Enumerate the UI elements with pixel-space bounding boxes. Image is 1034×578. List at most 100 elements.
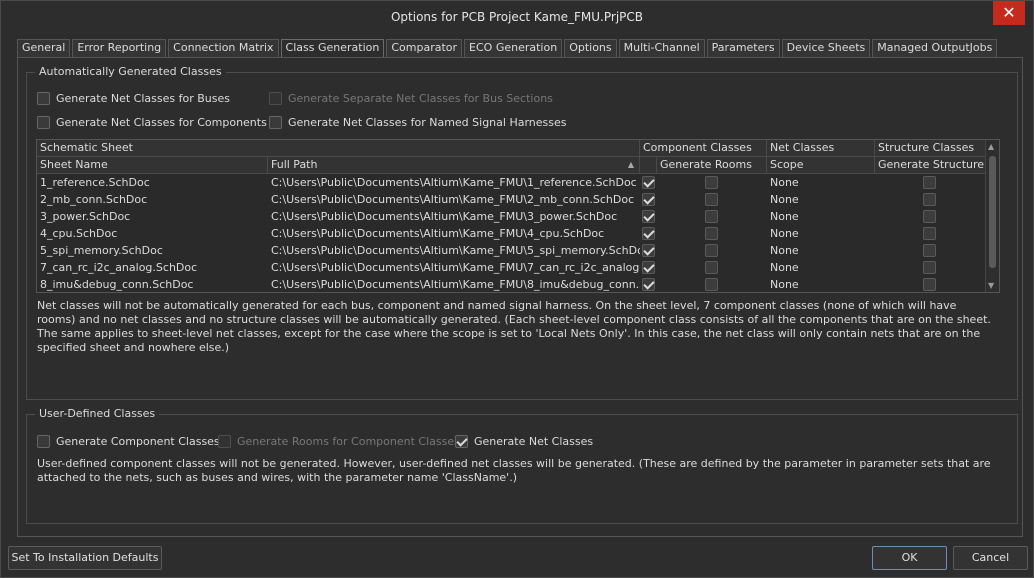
checkbox-box[interactable] [37,434,50,448]
generate-bus-classes-checkbox[interactable]: Generate Net Classes for Buses [37,90,230,106]
component-class-checkbox[interactable] [642,261,655,274]
checkbox-label: Generate Rooms for Component Classes [237,434,460,448]
ok-button[interactable]: OK [872,546,947,570]
table-row[interactable]: 1_reference.SchDoc C:\Users\Public\Docume… [37,174,985,191]
generate-rooms-checkbox[interactable] [705,227,718,240]
component-class-checkbox[interactable] [642,244,655,257]
generate-structure-checkbox[interactable] [923,278,936,291]
tab-class-generation[interactable]: Class Generation [280,39,385,58]
generate-rooms-checkbox[interactable] [705,193,718,206]
title-bar: Options for PCB Project Kame_FMU.PrjPCB … [1,1,1033,33]
tab-general[interactable]: General [17,39,71,57]
column-scope[interactable]: Scope [767,157,875,173]
tab-error-reporting[interactable]: Error Reporting [72,39,167,57]
scrollbar-thumb[interactable] [989,156,996,268]
scope-cell[interactable]: None [767,225,875,242]
component-class-checkbox[interactable] [642,278,655,291]
checkbox-box[interactable] [269,91,282,105]
checkbox-label: Generate Net Classes [474,434,594,448]
grid-group-header: Schematic Sheet Component Classes Net Cl… [37,140,985,157]
sheet-name-cell: 4_cpu.SchDoc [40,227,118,240]
full-path-cell: C:\Users\Public\Documents\Altium\Kame_FM… [271,227,605,240]
generate-structure-checkbox[interactable] [923,261,936,274]
sheet-name-cell: 5_spi_memory.SchDoc [40,244,163,257]
tab-parameters[interactable]: Parameters [706,39,780,57]
auto-classes-description: Net classes will not be automatically ge… [37,299,991,354]
generate-rooms-checkbox[interactable] [705,176,718,189]
column-sheet-name[interactable]: Sheet Name [37,157,268,173]
options-dialog: Options for PCB Project Kame_FMU.PrjPCB … [0,0,1034,578]
generate-structure-checkbox[interactable] [923,244,936,257]
table-row[interactable]: 5_spi_memory.SchDoc C:\Users\Public\Docum… [37,242,985,259]
generate-bus-section-classes-checkbox[interactable]: Generate Separate Net Classes for Bus Se… [269,90,553,106]
generate-rooms-checkbox[interactable]: Generate Rooms for Component Classes [218,433,460,449]
component-class-checkbox[interactable] [642,193,655,206]
tab-eco-generation[interactable]: ECO Generation [464,39,563,57]
group-header-schematic-sheet: Schematic Sheet [37,140,640,156]
generate-component-classes-checkbox[interactable]: Generate Component Classes [37,433,220,449]
generate-structure-checkbox[interactable] [923,210,936,223]
tab-comparator[interactable]: Comparator [386,39,463,57]
checkbox-label: Generate Net Classes for Components [56,115,267,129]
tab-device-sheets[interactable]: Device Sheets [781,39,871,57]
grid-column-header: Sheet Name Full Path ▲ Generate Rooms Sc… [37,157,985,174]
generate-structure-checkbox[interactable] [923,193,936,206]
generate-rooms-checkbox[interactable] [705,244,718,257]
checkbox-box[interactable] [37,115,50,129]
generate-rooms-checkbox[interactable] [705,261,718,274]
generate-harness-classes-checkbox[interactable]: Generate Net Classes for Named Signal Ha… [269,114,567,130]
full-path-cell: C:\Users\Public\Documents\Altium\Kame_FM… [271,261,640,274]
close-button[interactable]: ✕ [993,1,1025,25]
full-path-cell: C:\Users\Public\Documents\Altium\Kame_FM… [271,193,635,206]
full-path-cell: C:\Users\Public\Documents\Altium\Kame_FM… [271,210,618,223]
checkbox-label: Generate Net Classes for Buses [56,91,230,105]
sheet-name-cell: 3_power.SchDoc [40,210,131,223]
dialog-title: Options for PCB Project Kame_FMU.PrjPCB [390,10,644,24]
table-row[interactable]: 8_imu&debug_conn.SchDoc C:\Users\Public\D… [37,276,985,292]
checkbox-box[interactable] [455,434,468,448]
sheet-name-cell: 8_imu&debug_conn.SchDoc [40,278,194,291]
checkbox-box[interactable] [37,91,50,105]
tab-strip: General Error Reporting Connection Matrix C… [17,39,999,58]
table-row[interactable]: 7_can_rc_i2c_analog.SchDoc C:\Users\Publi… [37,259,985,276]
generate-net-classes-checkbox[interactable]: Generate Net Classes [455,433,593,449]
checkbox-label: Generate Net Classes for Named Signal Ha… [288,115,567,129]
scope-cell[interactable]: None [767,276,875,292]
checkbox-box[interactable] [269,115,282,129]
component-class-checkbox[interactable] [642,210,655,223]
generate-structure-checkbox[interactable] [923,176,936,189]
scope-cell[interactable]: None [767,259,875,276]
scope-cell[interactable]: None [767,242,875,259]
column-full-path[interactable]: Full Path ▲ [268,157,640,173]
tab-managed-outputjobs[interactable]: Managed OutputJobs [872,39,998,57]
column-generate-structure[interactable]: Generate Structure [875,157,985,173]
full-path-cell: C:\Users\Public\Documents\Altium\Kame_FM… [271,244,640,257]
generate-component-net-classes-checkbox[interactable]: Generate Net Classes for Components [37,114,267,130]
generate-rooms-checkbox[interactable] [705,278,718,291]
generate-rooms-checkbox[interactable] [705,210,718,223]
schematic-sheet-grid: Schematic Sheet Component Classes Net Cl… [36,139,1000,293]
component-class-checkbox[interactable] [642,227,655,240]
scroll-down-icon[interactable]: ▼ [988,281,994,290]
component-class-checkbox[interactable] [642,176,655,189]
scope-cell[interactable]: None [767,208,875,225]
generate-structure-checkbox[interactable] [923,227,936,240]
table-row[interactable]: 2_mb_conn.SchDoc C:\Users\Public\Document… [37,191,985,208]
table-row[interactable]: 3_power.SchDoc C:\Users\Public\Documents\… [37,208,985,225]
class-generation-panel: Automatically Generated Classes Generate… [17,57,1023,537]
sheet-name-cell: 7_can_rc_i2c_analog.SchDoc [40,261,198,274]
cancel-button[interactable]: Cancel [953,546,1028,570]
grid-vertical-scrollbar[interactable]: ▲ ▼ [985,140,999,292]
sheet-name-cell: 2_mb_conn.SchDoc [40,193,148,206]
tab-options[interactable]: Options [564,39,617,57]
tab-multi-channel[interactable]: Multi-Channel [618,39,705,57]
scope-cell[interactable]: None [767,174,875,191]
group-header-structure-classes: Structure Classes [878,141,975,154]
tab-connection-matrix[interactable]: Connection Matrix [168,39,279,57]
table-row[interactable]: 4_cpu.SchDoc C:\Users\Public\Documents\Al… [37,225,985,242]
scroll-up-icon[interactable]: ▲ [988,142,994,151]
column-generate-rooms[interactable]: Generate Rooms [657,157,767,173]
set-installation-defaults-button[interactable]: Set To Installation Defaults [8,546,162,570]
scope-cell[interactable]: None [767,191,875,208]
checkbox-box[interactable] [218,434,231,448]
